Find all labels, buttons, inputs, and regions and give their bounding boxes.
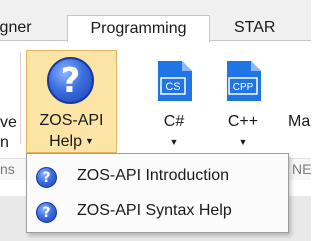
menu-icon-glyph: ? <box>42 205 51 221</box>
menu-item-label: ZOS-API Syntax Help <box>77 202 232 219</box>
menu-icon-glyph: ? <box>42 170 51 186</box>
zos-api-help-button[interactable]: ? ZOS-API Help ▼ <box>26 50 117 153</box>
partial-button-label-line2[interactable]: n <box>0 133 9 153</box>
partial-group-label-left: ns <box>0 161 15 177</box>
tab-programming[interactable]: Programming <box>67 15 210 42</box>
zos-api-help-menu: ? ZOS-API Introduction ? ZOS-API Syntax … <box>26 153 289 233</box>
tab-designer[interactable]: igner <box>0 15 66 42</box>
csharp-button[interactable]: CS C# ▼ <box>144 55 204 150</box>
menu-item-label: ZOS-API Introduction <box>77 167 230 184</box>
cpp-icon-text: CPP <box>233 82 254 93</box>
cpp-button[interactable]: CPP C++ ▼ <box>213 55 273 150</box>
chevron-down-icon: ▼ <box>169 137 179 147</box>
partial-right-button-label[interactable]: Ma <box>288 112 310 132</box>
help-icon-glyph: ? <box>60 61 81 101</box>
menu-item-zos-api-introduction[interactable]: ? ZOS-API Introduction <box>27 159 288 193</box>
ribbon-tab-strip: igner Programming STAR <box>0 0 311 42</box>
menu-item-zos-api-syntax-help[interactable]: ? ZOS-API Syntax Help <box>27 194 288 228</box>
tab-star[interactable]: STAR <box>234 15 284 42</box>
partial-group-label-right: NE <box>292 161 312 177</box>
help-button-label-line2: Help ▼ <box>27 131 116 152</box>
chevron-down-icon: ▼ <box>84 136 94 146</box>
help-button-label: ZOS-API <box>39 112 104 129</box>
cpp-label: C++ <box>227 113 259 130</box>
csharp-icon-text: CS <box>165 81 180 93</box>
csharp-label: C# <box>163 113 185 130</box>
partial-button-label-line1[interactable]: ve <box>0 113 17 133</box>
help-question-icon: ? <box>36 167 57 188</box>
csharp-file-icon: CS <box>158 61 192 101</box>
help-question-icon: ? <box>47 57 94 104</box>
chevron-down-icon: ▼ <box>238 137 248 147</box>
help-button-label-help: Help <box>49 133 82 150</box>
cpp-file-icon: CPP <box>227 61 261 101</box>
help-question-icon: ? <box>36 202 57 223</box>
group-separator <box>20 52 21 144</box>
